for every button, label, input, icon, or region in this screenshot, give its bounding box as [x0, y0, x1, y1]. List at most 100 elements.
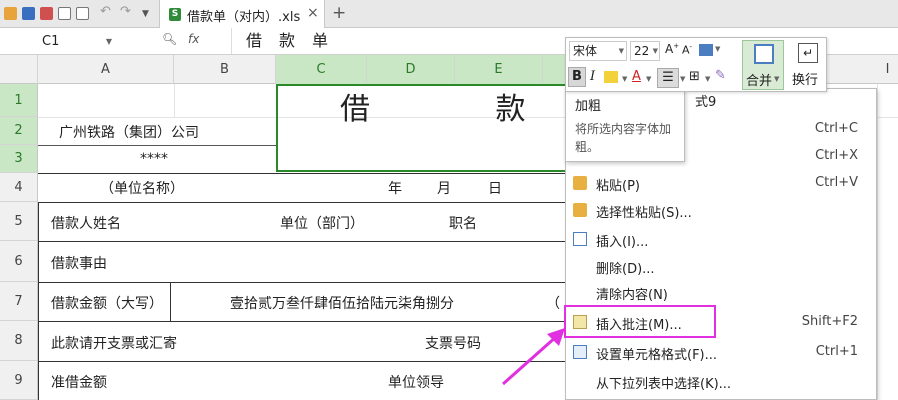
chevron-down-icon[interactable]: ▼: [646, 75, 651, 83]
function-icon[interactable]: fx: [188, 32, 199, 46]
row-header-4[interactable]: 4: [0, 173, 38, 202]
new-tab-icon[interactable]: +: [332, 3, 346, 23]
bold-button[interactable]: B: [568, 67, 586, 87]
format-painter-icon[interactable]: ✎: [715, 68, 726, 83]
merge-cells-icon: [754, 44, 774, 64]
increase-font-icon[interactable]: A+: [665, 42, 679, 56]
print-preview-icon[interactable]: [76, 7, 89, 20]
col-header-d[interactable]: D: [367, 55, 455, 84]
menu-label-paste: 粘贴(P): [596, 179, 640, 194]
shortcut-insert-comment: Shift+F2: [801, 314, 858, 329]
row-header-5[interactable]: 5: [0, 202, 38, 241]
col-header-c[interactable]: C: [276, 55, 367, 84]
tooltip-description: 将所选内容字体加粗。: [575, 122, 672, 154]
menu-label-pick-from-list: 从下拉列表中选择(K)...: [596, 377, 732, 392]
shortcut-format-cells: Ctrl+1: [815, 344, 858, 359]
amount-label: 借款金额（大写）: [51, 296, 163, 312]
row-header-2[interactable]: 2: [0, 117, 38, 145]
wrap-text-button[interactable]: ↵ 换行: [788, 40, 826, 90]
paste-icon: [573, 176, 587, 190]
menu-item-insert[interactable]: 插入(I)...: [566, 226, 876, 253]
row-header-7[interactable]: 7: [0, 282, 38, 321]
borrower-label: 借款人姓名: [51, 216, 121, 232]
shortcut-paste: Ctrl+V: [815, 175, 858, 190]
align-icon[interactable]: ☰: [657, 68, 679, 88]
chevron-down-icon[interactable]: ▼: [705, 75, 710, 83]
row-header-8[interactable]: 8: [0, 321, 38, 361]
tab-bar: ↶ ↷ ▼ S 借款单（对内）.xls × +: [0, 0, 898, 28]
cell-style-icon[interactable]: [699, 44, 713, 56]
shortcut-cut: Ctrl+X: [815, 148, 858, 163]
cheque-no-label: 支票号码: [425, 336, 481, 352]
wrap-text-label: 换行: [792, 73, 819, 88]
select-all-corner[interactable]: [0, 55, 38, 84]
col-header-e[interactable]: E: [455, 55, 543, 84]
row-header-9[interactable]: 9: [0, 361, 38, 400]
font-color-button[interactable]: A: [632, 69, 641, 84]
export-pdf-icon[interactable]: [40, 7, 53, 20]
quick-access-dropdown-icon[interactable]: ▼: [142, 9, 155, 22]
formula-input[interactable]: 借款单: [231, 28, 571, 54]
wrap-text-icon: ↵: [798, 43, 818, 63]
shortcut-copy: Ctrl+C: [814, 121, 858, 136]
pointer-arrow-icon: [502, 328, 565, 386]
tooltip-title: 加粗: [575, 99, 602, 114]
format-cells-icon: [573, 345, 587, 359]
approved-amount-label: 准借金额: [51, 375, 107, 391]
print-icon[interactable]: [58, 7, 71, 20]
chevron-down-icon[interactable]: ▼: [680, 75, 685, 83]
save-icon[interactable]: [22, 7, 35, 20]
highlight-box: [564, 305, 716, 338]
menu-item-paste[interactable]: 粘贴(P) Ctrl+V: [566, 170, 876, 197]
chevron-down-icon[interactable]: ▼: [715, 45, 720, 53]
month-cell: 月: [437, 181, 451, 197]
paste-special-icon: [573, 203, 587, 217]
font-size-select[interactable]: 22 ▼: [630, 41, 660, 61]
document-tab[interactable]: S 借款单（对内）.xls ×: [159, 0, 325, 28]
undo-icon[interactable]: ↶: [100, 4, 113, 19]
insert-icon: [573, 232, 587, 246]
decrease-font-icon[interactable]: A-: [682, 43, 692, 57]
menu-label-delete: 删除(D)...: [596, 262, 655, 277]
paren-cell: （: [546, 296, 560, 312]
zoom-icon[interactable]: 🔍︎: [162, 32, 177, 46]
border-icon[interactable]: ⊞: [689, 69, 700, 84]
col-header-a[interactable]: A: [38, 55, 174, 84]
menu-item-paste-special[interactable]: 选择性粘贴(S)...: [566, 197, 876, 224]
redo-icon[interactable]: ↷: [120, 4, 133, 19]
italic-button[interactable]: I: [590, 69, 595, 84]
merge-button[interactable]: 合并 ▼: [742, 40, 784, 90]
col-header-i[interactable]: I: [877, 55, 898, 84]
row-header-3[interactable]: 3: [0, 145, 38, 173]
position-label: 职名: [449, 216, 477, 232]
row-header-6[interactable]: 6: [0, 241, 38, 282]
menu-label-format-cells: 设置单元格格式(F)...: [596, 348, 718, 363]
chevron-down-icon[interactable]: ▼: [106, 31, 112, 52]
unit-name-cell: （单位名称）: [100, 181, 184, 197]
close-tab-icon[interactable]: ×: [307, 5, 319, 21]
partial-cell-text: 式9: [695, 95, 717, 110]
bold-tooltip: 加粗 将所选内容字体加粗。: [565, 88, 685, 162]
name-box-value: C1: [42, 34, 60, 49]
open-folder-icon[interactable]: [4, 7, 17, 20]
font-name-value: 宋体: [573, 44, 598, 58]
menu-item-clear[interactable]: 清除内容(N): [566, 279, 876, 306]
menu-item-delete[interactable]: 删除(D)...: [566, 253, 876, 280]
fill-color-icon[interactable]: [604, 71, 618, 83]
font-size-value: 22: [634, 44, 650, 58]
menu-item-pick-from-list[interactable]: 从下拉列表中选择(K)...: [566, 368, 876, 395]
year-cell: 年: [388, 181, 402, 197]
leader-label: 单位领导: [388, 375, 444, 391]
font-name-select[interactable]: 宋体 ▼: [569, 41, 627, 61]
matter-label: 借款事由: [51, 256, 107, 272]
menu-label-insert: 插入(I)...: [596, 235, 649, 250]
menu-item-format-cells[interactable]: 设置单元格格式(F)... Ctrl+1: [566, 339, 876, 366]
cheque-label: 此款请开支票或汇寄: [51, 336, 177, 352]
mini-toolbar: 宋体 ▼ 22 ▼ A+ A- ▼ B I ▼ A ▼ ☰ ▼ ⊞ ▼ ✎ 合并 ▼…: [565, 37, 827, 92]
chevron-down-icon[interactable]: ▼: [622, 75, 627, 83]
menu-label-clear: 清除内容(N): [596, 288, 668, 303]
col-header-b[interactable]: B: [174, 55, 276, 84]
row-header-1[interactable]: 1: [0, 84, 38, 117]
chevron-down-icon: ▼: [618, 47, 624, 55]
name-box[interactable]: C1 ▼: [0, 31, 118, 52]
